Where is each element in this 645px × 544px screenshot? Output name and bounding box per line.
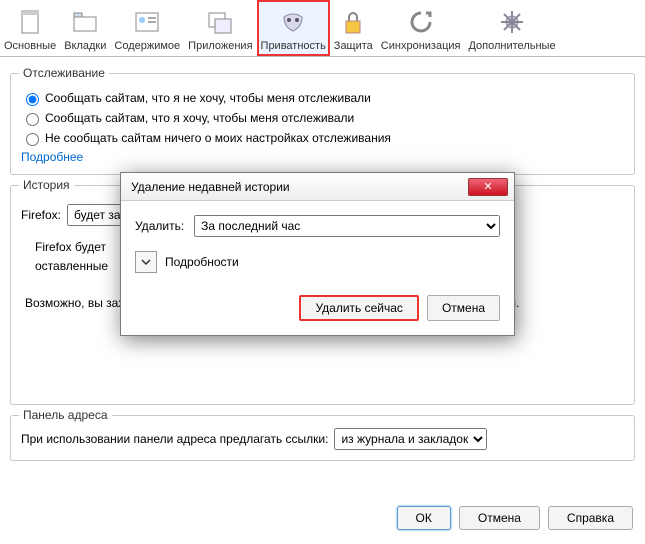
tab-tabs[interactable]: Вкладки — [60, 0, 110, 56]
radio-label: Сообщать сайтам, что я хочу, чтобы меня … — [45, 111, 354, 125]
history-text-3: оставленные — [35, 259, 108, 273]
settings-toolbar: Основные Вкладки Содержимое Приложения П… — [0, 0, 645, 57]
tracking-option-none[interactable]: Не сообщать сайтам ничего о моих настрой… — [21, 130, 624, 146]
tab-label: Вкладки — [64, 40, 106, 52]
radio-input[interactable] — [26, 133, 39, 146]
radio-input[interactable] — [26, 93, 39, 106]
dialog-title: Удаление недавней истории — [131, 180, 468, 194]
clear-history-dialog: Удаление недавней истории ✕ Удалить: За … — [120, 172, 515, 336]
details-toggle[interactable] — [135, 251, 157, 273]
tab-applications[interactable]: Приложения — [184, 0, 256, 56]
history-title: История — [19, 178, 74, 192]
content-icon — [131, 6, 163, 38]
tab-advanced[interactable]: Дополнительные — [464, 0, 559, 56]
tab-label: Синхронизация — [381, 40, 461, 52]
radio-label: Сообщать сайтам, что я не хочу, чтобы ме… — [45, 91, 371, 105]
time-range-select[interactable]: За последний час — [194, 215, 500, 237]
sync-icon — [405, 6, 437, 38]
tab-label: Защита — [334, 40, 373, 52]
tracking-title: Отслеживание — [19, 66, 109, 80]
radio-label: Не сообщать сайтам ничего о моих настрой… — [45, 131, 391, 145]
history-text-1: Firefox будет — [35, 240, 106, 254]
tab-security[interactable]: Защита — [330, 0, 377, 56]
tracking-group: Отслеживание Сообщать сайтам, что я не х… — [10, 73, 635, 175]
gear-icon — [496, 6, 528, 38]
lock-icon — [337, 6, 369, 38]
tabs-icon — [69, 6, 101, 38]
dialog-titlebar: Удаление недавней истории ✕ — [121, 173, 514, 201]
general-icon — [14, 6, 46, 38]
tab-label: Приложения — [188, 40, 252, 52]
address-panel-group: Панель адреса При использовании панели а… — [10, 415, 635, 461]
tab-general[interactable]: Основные — [0, 0, 60, 56]
firefox-label: Firefox: — [21, 208, 61, 222]
dialog-cancel-button[interactable]: Отмена — [427, 295, 500, 321]
help-button[interactable]: Справка — [548, 506, 633, 530]
address-suggest-select[interactable]: из журнала и закладок — [334, 428, 487, 450]
tab-label: Содержимое — [114, 40, 180, 52]
tab-content[interactable]: Содержимое — [110, 0, 184, 56]
applications-icon — [204, 6, 236, 38]
tracking-option-track[interactable]: Сообщать сайтам, что я хочу, чтобы меня … — [21, 110, 624, 126]
privacy-mask-icon — [277, 6, 309, 38]
tab-label: Основные — [4, 40, 56, 52]
details-label: Подробности — [165, 255, 239, 269]
tracking-option-no-track[interactable]: Сообщать сайтам, что я не хочу, чтобы ме… — [21, 90, 624, 106]
ok-button[interactable]: ОК — [397, 506, 451, 530]
tab-privacy[interactable]: Приватность — [257, 0, 330, 56]
tab-label: Дополнительные — [468, 40, 555, 52]
cancel-button[interactable]: Отмена — [459, 506, 540, 530]
tab-label: Приватность — [261, 40, 326, 52]
chevron-down-icon — [141, 257, 151, 267]
address-label: При использовании панели адреса предлага… — [21, 432, 328, 446]
delete-label: Удалить: — [135, 219, 184, 233]
dialog-footer: ОК Отмена Справка — [0, 500, 645, 536]
tracking-more-link[interactable]: Подробнее — [21, 150, 83, 164]
radio-input[interactable] — [26, 113, 39, 126]
delete-now-button[interactable]: Удалить сейчас — [299, 295, 418, 321]
close-icon[interactable]: ✕ — [468, 178, 508, 196]
tab-sync[interactable]: Синхронизация — [377, 0, 465, 56]
address-title: Панель адреса — [19, 408, 112, 422]
